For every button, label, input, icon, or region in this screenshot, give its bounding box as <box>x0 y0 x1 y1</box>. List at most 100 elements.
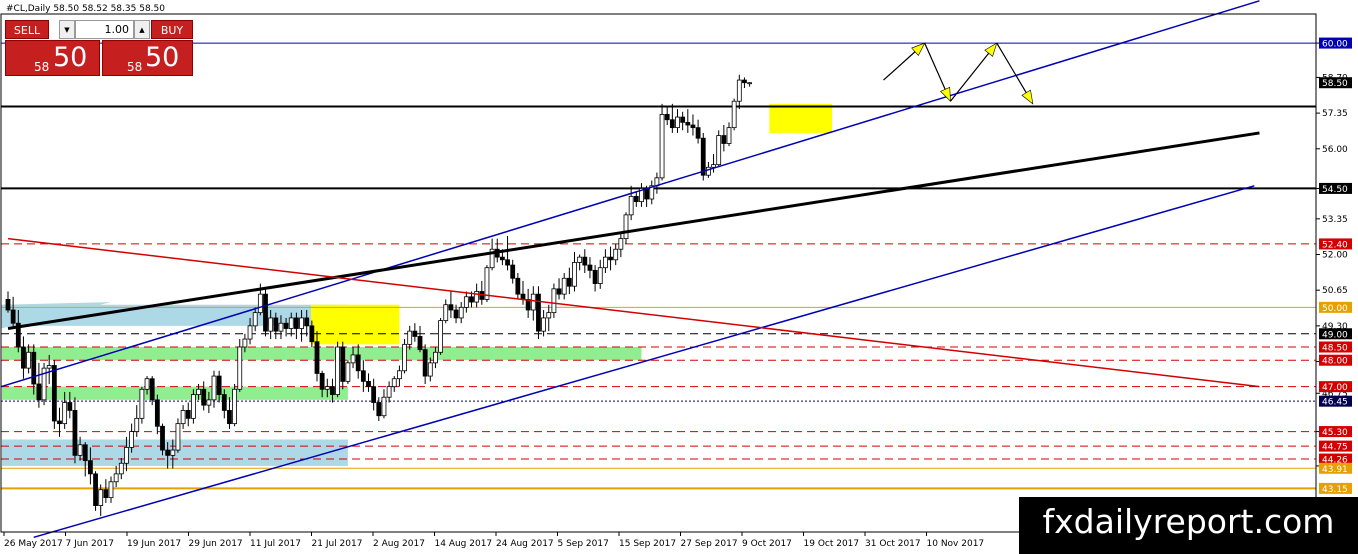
candle-body <box>345 362 351 382</box>
candle-body <box>613 248 619 261</box>
candle-body <box>747 82 752 85</box>
candle-body <box>309 325 315 343</box>
date-tick-label: 29 Jun 2017 <box>189 539 243 549</box>
one-click-trade-panel: SELL ▼ ▲ BUY 58 50 58 50 <box>5 20 193 76</box>
candle-body <box>247 325 253 340</box>
candle-body <box>448 304 454 311</box>
candle-body <box>293 317 299 329</box>
candle-body <box>175 423 181 451</box>
candle-body <box>572 262 577 287</box>
date-tick-label: 19 Jun 2017 <box>127 539 181 549</box>
candle-body <box>469 296 474 303</box>
candle-body <box>463 296 469 308</box>
candle-body <box>376 402 382 417</box>
candle-body <box>288 317 294 329</box>
candle-body <box>257 293 263 314</box>
price-chart[interactable]: 60.0058.7057.3556.0054.5053.3552.0050.65… <box>0 0 1358 554</box>
bid-price-box[interactable]: 58 50 <box>5 40 100 76</box>
triangle-down-icon: ▼ <box>64 26 70 34</box>
candle-body <box>474 291 480 303</box>
candle-body <box>736 79 742 102</box>
lot-increase-button[interactable]: ▲ <box>134 20 150 39</box>
price-tag: 45.30 <box>1319 426 1352 438</box>
candle-body <box>510 264 516 279</box>
price-tag: 46.45 <box>1319 395 1352 408</box>
price-tag-label: 48.00 <box>1322 357 1348 367</box>
candle-body <box>196 388 201 395</box>
candle-body <box>371 386 377 403</box>
triangle-up-icon: ▲ <box>139 26 145 34</box>
candle-body <box>242 338 248 348</box>
candle-body <box>412 330 418 337</box>
price-tag-label: 49.00 <box>1322 330 1348 340</box>
candle-body <box>597 267 603 284</box>
candle-body <box>556 288 562 295</box>
candle-body <box>304 317 310 327</box>
candle-body <box>319 373 325 390</box>
candle-body <box>499 256 505 261</box>
candle-body <box>505 259 510 266</box>
candle-body <box>216 375 222 395</box>
sell-button[interactable]: SELL <box>5 20 49 39</box>
candle-body <box>453 309 459 319</box>
candle-body <box>149 378 155 401</box>
ask-price-box[interactable]: 58 50 <box>102 40 193 76</box>
candle-body <box>36 383 42 401</box>
candle-body <box>742 79 747 84</box>
date-tick-label: 19 Oct 2017 <box>804 539 860 549</box>
candle-body <box>355 354 361 372</box>
lot-size-input[interactable] <box>75 20 134 39</box>
candle-body <box>221 394 227 411</box>
candle-body <box>201 388 207 406</box>
price-tag: 54.50 <box>1319 182 1352 195</box>
candle-body <box>407 330 413 345</box>
buy-button[interactable]: BUY <box>151 20 193 39</box>
price-tick-label: 53.35 <box>1322 215 1348 225</box>
candle-body <box>160 425 165 451</box>
candle-body <box>664 114 670 121</box>
candle-body <box>690 124 696 129</box>
candle-body <box>98 489 104 506</box>
price-tag: 48.00 <box>1319 354 1352 367</box>
lot-decrease-button[interactable]: ▼ <box>59 20 75 39</box>
date-tick-label: 21 Jul 2017 <box>312 539 363 549</box>
date-tick-label: 24 Aug 2017 <box>496 539 554 549</box>
candle-body <box>366 380 371 388</box>
candle-body <box>443 304 449 321</box>
candle-body <box>515 277 521 295</box>
candle-body <box>582 256 588 266</box>
candle-body <box>165 449 171 456</box>
zone-rect <box>2 347 642 361</box>
candle-body <box>386 386 392 398</box>
candle-body <box>422 349 428 377</box>
zone-rect <box>769 103 832 133</box>
date-tick-label: 31 Oct 2017 <box>865 539 921 549</box>
price-tag: 44.75 <box>1319 440 1352 453</box>
price-tick-label: 52.00 <box>1322 251 1348 261</box>
price-tick-label: 50.65 <box>1322 286 1348 296</box>
candle-body <box>144 378 150 390</box>
candle-body <box>154 399 160 427</box>
date-tick-label: 15 Sep 2017 <box>619 539 676 549</box>
price-tag-label: 43.15 <box>1322 485 1348 495</box>
price-tag-label: 58.50 <box>1322 79 1348 89</box>
candle-body <box>623 214 629 240</box>
candle-body <box>190 394 196 419</box>
date-tick-label: 9 Oct 2017 <box>742 539 792 549</box>
candle-body <box>566 277 572 287</box>
candle-body <box>340 346 346 382</box>
candle-body <box>211 375 217 401</box>
candle-body <box>330 386 335 395</box>
candle-body <box>124 447 129 464</box>
price-tick-label: 57.35 <box>1322 109 1348 119</box>
candle-body <box>561 277 567 295</box>
candle-body <box>82 444 88 462</box>
price-tag: 43.91 <box>1319 462 1352 475</box>
candle-body <box>139 388 145 419</box>
candle-body <box>62 402 68 425</box>
candle-body <box>299 317 304 329</box>
zone-rect <box>311 304 400 345</box>
candle-body <box>438 320 444 353</box>
candle-body <box>402 343 407 372</box>
candle-body <box>227 410 232 425</box>
